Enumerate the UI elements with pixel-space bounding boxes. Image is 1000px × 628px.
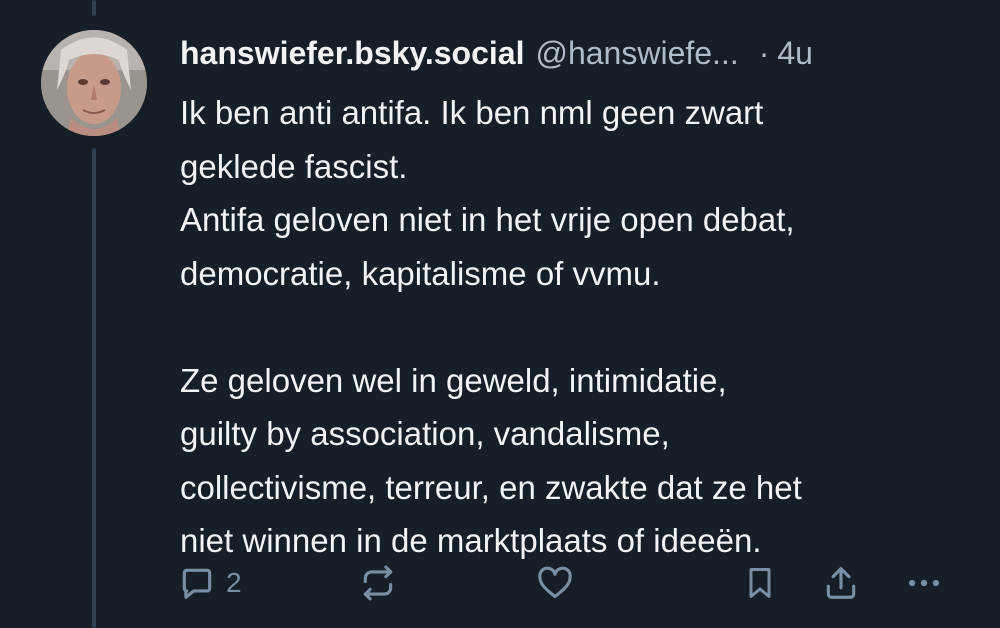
separator-dot: ·: [758, 35, 770, 71]
repost-icon: [363, 565, 393, 601]
post-text-line: democratie, kapitalisme of vvmu.: [180, 254, 661, 292]
post-header: hanswiefer.bsky.social @hanswiefe... · 4…: [180, 28, 980, 78]
post-text-line: Ik ben anti antifa. Ik ben nml geen zwar…: [180, 94, 764, 131]
reply-icon: [182, 568, 212, 599]
bookmark-button[interactable]: [742, 564, 778, 602]
like-icon: [538, 566, 572, 599]
thread-line-top: [92, 0, 96, 16]
post-text-line: niet winnen in de marktplaats of ideeën.: [180, 522, 762, 559]
share-button[interactable]: [822, 564, 860, 602]
avatar[interactable]: [41, 30, 147, 136]
post-text-line: Antifa geloven niet in het vrije open de…: [180, 201, 795, 238]
more-options-button[interactable]: [904, 564, 944, 602]
avatar-image: [41, 30, 147, 136]
timestamp[interactable]: 4u: [777, 28, 813, 78]
like-button[interactable]: [535, 564, 575, 602]
post-text-line: geklede fascist.: [180, 147, 408, 185]
reply-button[interactable]: 2: [178, 564, 242, 602]
post-content: hanswiefer.bsky.social @hanswiefe... · 4…: [180, 28, 980, 568]
post-text-line: Ze geloven wel in geweld, intimidatie,: [180, 361, 727, 399]
more-icon: [908, 579, 940, 587]
handle[interactable]: @hanswiefe...: [535, 28, 738, 78]
display-name[interactable]: hanswiefer.bsky.social: [180, 28, 524, 78]
thread-line-bottom: [92, 148, 96, 628]
bookmark-icon: [749, 568, 771, 598]
post-text-line: collectivisme, terreur, en zwakte dat ze…: [180, 468, 802, 506]
repost-button[interactable]: [359, 564, 397, 602]
reply-count: 2: [226, 567, 242, 598]
post-text-line: guilty by association, vandalisme,: [180, 415, 670, 452]
post-text: Ik ben anti antifa. Ik ben nml geen zwar…: [180, 86, 980, 568]
share-icon: [826, 567, 856, 599]
